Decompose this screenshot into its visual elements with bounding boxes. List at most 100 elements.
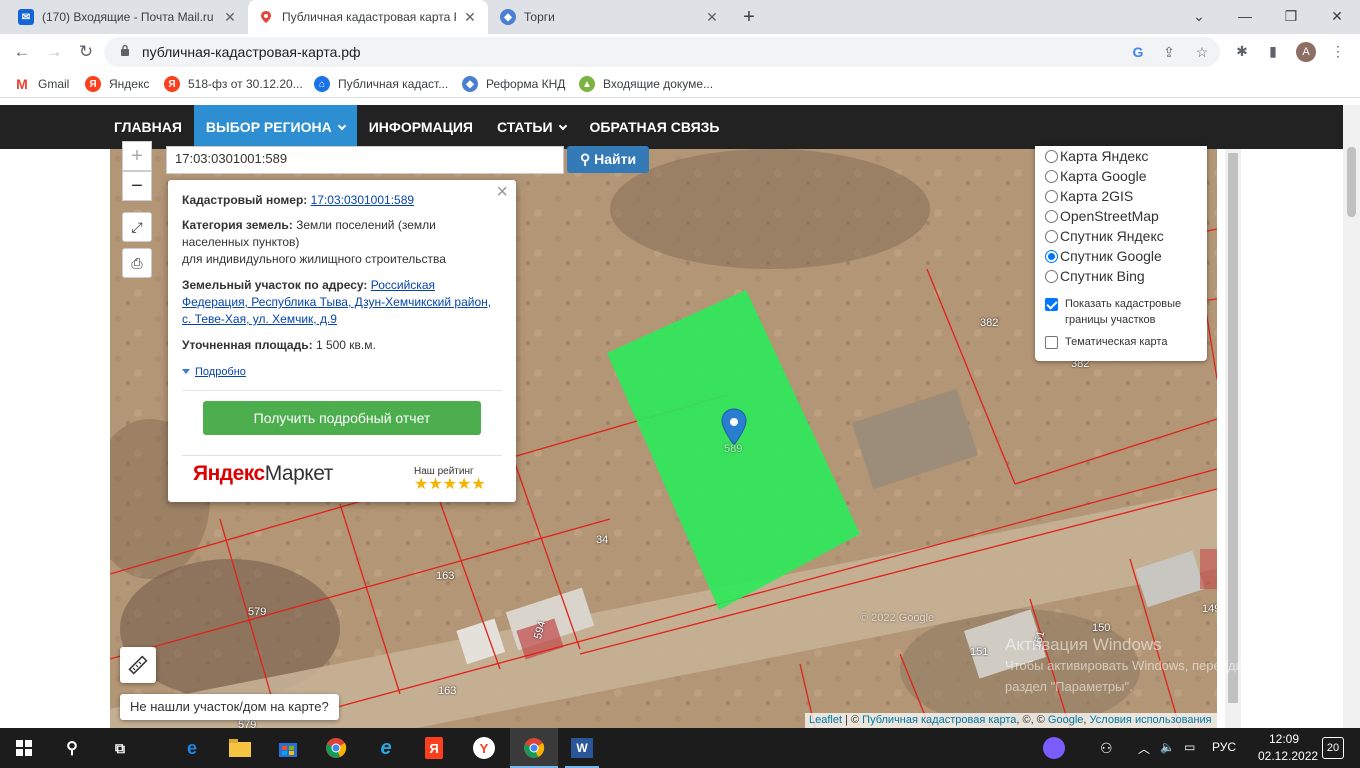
new-tab-button[interactable]: + [737,5,761,29]
internet-explorer-icon[interactable]: e [374,736,398,760]
radio-button[interactable] [1045,269,1058,283]
more-toggle[interactable]: Подробно [182,363,502,381]
terms-link[interactable]: Условия использования [1090,714,1212,726]
fullscreen-button[interactable]: ⤢ [122,212,152,242]
edge-icon[interactable]: e [180,736,204,760]
people-icon[interactable]: ⚇ [1100,740,1113,757]
bookmark-reform-knd[interactable]: ◆ Реформа КНД [462,76,565,92]
radio-button[interactable] [1045,249,1058,263]
close-icon[interactable]: ✕ [704,9,720,26]
show-borders-option[interactable]: Показать кадастровые границы участков [1045,296,1197,328]
close-icon[interactable]: ✕ [462,9,478,26]
yandex-icon[interactable]: Y [472,736,496,760]
windows-start-icon[interactable] [12,736,36,760]
page-scrollbar[interactable] [1343,105,1360,728]
radio-button[interactable] [1045,149,1058,163]
tab-search-chevron-icon[interactable]: ⌄ [1176,0,1222,34]
map-pin-icon [258,9,274,25]
bookmark-gmail[interactable]: M Gmail [14,76,69,92]
layer-option-2gis[interactable]: Карта 2GIS [1045,186,1197,206]
search-icon[interactable]: ⚲ [60,736,84,760]
bookmark-label: Яндекс [109,77,150,91]
layer-option-osm[interactable]: OpenStreetMap [1045,206,1197,226]
layer-option-google-map[interactable]: Карта Google [1045,166,1197,186]
tab-cadastral-map[interactable]: Публичная кадастровая карта Р ✕ [248,0,488,34]
show-hidden-icons-icon[interactable]: ︿ [1138,740,1150,757]
back-button[interactable]: ← [10,40,34,64]
more-link[interactable]: Подробно [195,366,246,378]
network-icon[interactable]: ▭ [1184,740,1195,754]
store-icon[interactable] [276,736,300,760]
nav-feedback[interactable]: ОБРАТНАЯ СВЯЗЬ [578,105,732,149]
radio-button[interactable] [1045,229,1058,243]
tab-mail[interactable]: ✉ (170) Входящие - Почта Mail.ru ✕ [8,0,248,34]
get-report-button[interactable]: Получить подробный отчет [203,401,481,435]
radio-button[interactable] [1045,189,1058,203]
search-button[interactable]: ⚲ Найти [567,146,649,173]
measure-ruler-button[interactable] [120,647,156,683]
cadastral-search-input[interactable]: 17:03:0301001:589 [166,146,564,174]
forward-button[interactable]: → [42,40,66,64]
layer-option-bing-satellite[interactable]: Спутник Bing [1045,266,1197,286]
layer-option-google-satellite[interactable]: Спутник Google [1045,246,1197,266]
parcel-label: 149 [1202,603,1217,615]
yandex-icon: Я [164,76,180,92]
layer-option-yandex-map[interactable]: Карта Яндекс [1045,146,1197,166]
google-link[interactable]: Google [1048,714,1083,726]
not-found-button[interactable]: Не нашли участок/дом на карте? [120,694,339,720]
google-translate-icon[interactable]: G [1128,42,1148,62]
chrome-icon[interactable] [324,736,348,760]
restore-button[interactable]: ❐ [1268,0,1314,34]
clock[interactable]: 12:09 02.12.2022 [1258,731,1318,765]
windows-activation-watermark: Активация Windows Чтобы активировать Win… [1005,634,1266,697]
bookmark-pkk[interactable]: ⌂ Публичная кадаст... [314,76,448,92]
reload-button[interactable]: ↻ [74,40,98,64]
bookmark-yandex[interactable]: Я Яндекс [85,76,149,92]
notifications-button[interactable]: 20 [1322,737,1344,759]
window-close-button[interactable]: ✕ [1314,0,1360,34]
avatar[interactable]: A [1296,42,1316,62]
search-value: 17:03:0301001:589 [175,151,288,166]
bookmark-label: Gmail [38,77,70,91]
cadnum-link[interactable]: 17:03:0301001:589 [311,193,414,207]
word-icon[interactable]: W [570,736,594,760]
nav-region[interactable]: ВЫБОР РЕГИОНА [193,105,357,149]
side-panel-icon[interactable]: ▮ [1262,40,1284,62]
print-button[interactable]: ⎙ [122,248,152,278]
bookmark-star-icon[interactable]: ☆ [1192,42,1212,62]
nav-articles[interactable]: СТАТЬИ [485,105,578,149]
close-icon[interactable]: × [496,182,508,202]
zoom-out-button[interactable]: − [122,171,152,201]
tab-torgi[interactable]: ◆ Торги ✕ [490,0,730,34]
radio-button[interactable] [1045,209,1058,223]
pkk-link[interactable]: Публичная кадастровая карта [862,714,1016,726]
alice-assistant-icon[interactable] [1042,736,1066,760]
language-indicator[interactable]: РУС [1212,740,1236,754]
task-view-icon[interactable]: ⧉ [108,736,132,760]
checkbox[interactable] [1045,336,1058,349]
volume-icon[interactable]: 🔈 [1160,740,1175,754]
leaflet-link[interactable]: Leaflet [809,714,842,726]
scroll-thumb[interactable] [1228,153,1238,703]
thematic-map-option[interactable]: Тематическая карта [1045,334,1197,350]
address-bar[interactable]: публичная-кадастровая-карта.рф G ⇪ ☆ [104,37,1220,67]
nav-label: ИНФОРМАЦИЯ [368,119,473,135]
radio-button[interactable] [1045,169,1058,183]
extensions-icon[interactable]: ✱ [1231,40,1253,62]
share-icon[interactable]: ⇪ [1159,42,1179,62]
chrome-profile-icon[interactable] [522,736,546,760]
close-icon[interactable]: ✕ [222,9,238,26]
scroll-thumb[interactable] [1347,147,1356,217]
yandex-browser-icon[interactable]: Я [422,736,446,760]
bookmark-incoming-docs[interactable]: ▲ Входящие докуме... [579,76,713,92]
bookmark-518fz[interactable]: Я 518-фз от 30.12.20... [164,76,303,92]
yandex-market-logo[interactable]: ЯндексМаркет [193,463,333,484]
nav-info[interactable]: ИНФОРМАЦИЯ [357,105,485,149]
parcel-label: 579 [238,719,257,728]
minimize-button[interactable]: — [1222,0,1268,34]
zoom-in-button[interactable]: + [122,141,152,171]
checkbox[interactable] [1045,298,1058,311]
menu-icon[interactable]: ⋮ [1327,40,1349,62]
file-explorer-icon[interactable] [228,736,252,760]
layer-option-yandex-satellite[interactable]: Спутник Яндекс [1045,226,1197,246]
